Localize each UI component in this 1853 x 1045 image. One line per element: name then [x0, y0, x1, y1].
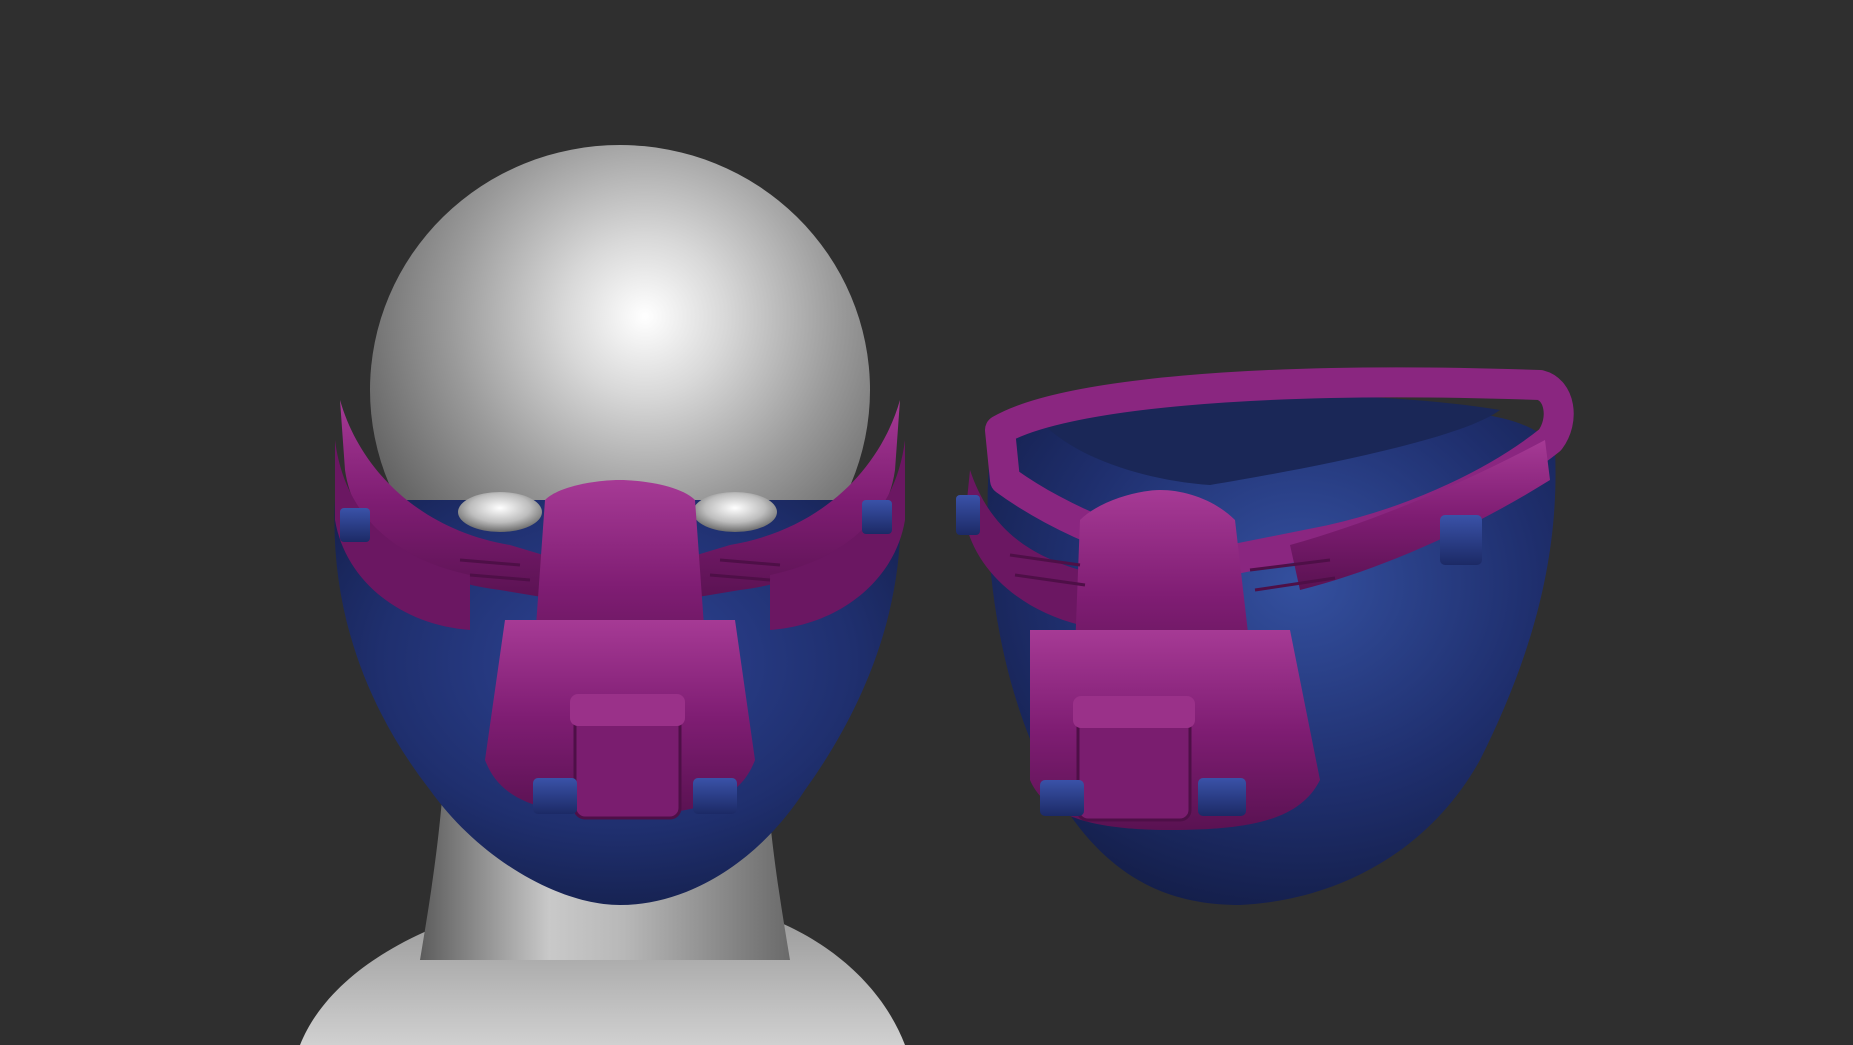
mask2-clip-side-right [1440, 515, 1482, 565]
clip-side-right [862, 500, 892, 534]
mask2-clip-lower-right [1198, 778, 1246, 816]
clip-lower-left [533, 778, 577, 814]
eye-left [458, 492, 542, 532]
mask-filter-cap [570, 694, 685, 726]
render-canvas [300, 145, 1574, 1045]
eye-right [693, 492, 777, 532]
head-with-mask-front-view [300, 145, 905, 1045]
sculpt-viewport [0, 0, 1853, 1045]
mask2-clip-side-left [956, 495, 980, 535]
clip-side-left [340, 508, 370, 542]
mask2-filter-cap [1073, 696, 1195, 728]
mask-three-quarter-view [956, 367, 1574, 905]
clip-lower-right [693, 778, 737, 814]
mask2-clip-lower-left [1040, 780, 1084, 816]
